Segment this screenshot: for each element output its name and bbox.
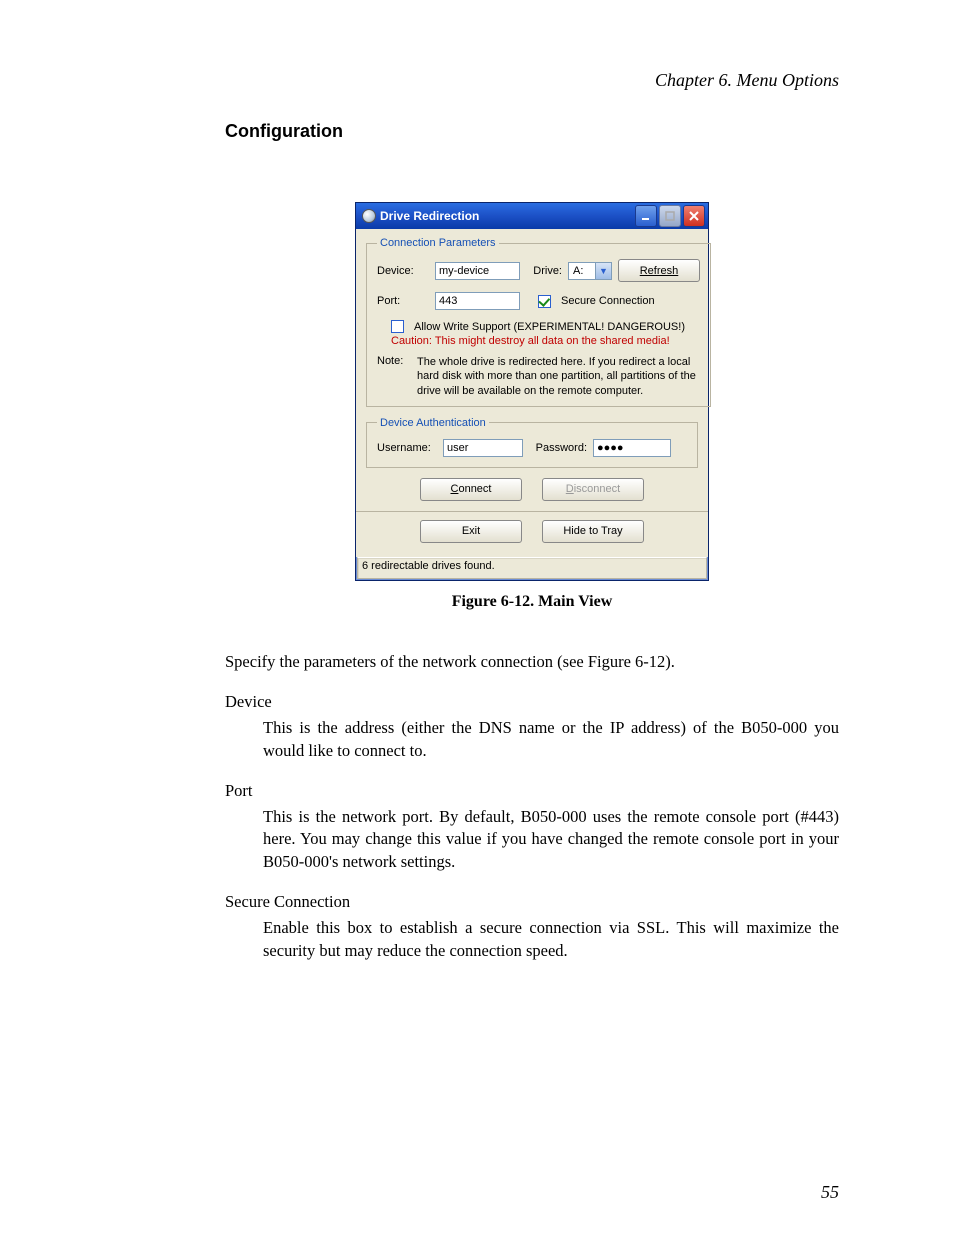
secure-definition: Enable this box to establish a secure co… <box>263 917 839 962</box>
username-label: Username: <box>377 442 437 454</box>
status-bar: 6 redirectable drives found. <box>357 557 707 579</box>
note-text: The whole drive is redirected here. If y… <box>417 355 700 398</box>
minimize-icon[interactable] <box>635 205 657 227</box>
connect-button[interactable]: Connect <box>420 478 522 501</box>
device-input[interactable] <box>435 262 520 280</box>
close-icon[interactable] <box>683 205 705 227</box>
port-label: Port: <box>377 295 429 307</box>
secure-connection-checkbox[interactable] <box>538 295 551 308</box>
refresh-button[interactable]: Refresh <box>618 259 700 282</box>
port-input[interactable] <box>435 292 520 310</box>
port-definition: This is the network port. By default, B0… <box>263 806 839 873</box>
page-number: 55 <box>225 1182 839 1203</box>
device-definition: This is the address (either the DNS name… <box>263 717 839 762</box>
secure-connection-label: Secure Connection <box>561 295 655 307</box>
device-label: Device: <box>377 265 429 277</box>
auth-legend: Device Authentication <box>377 417 489 429</box>
exit-button[interactable]: Exit <box>420 520 522 543</box>
allow-write-label: Allow Write Support (EXPERIMENTAL! DANGE… <box>414 321 685 333</box>
connection-legend: Connection Parameters <box>377 237 499 249</box>
hide-to-tray-button[interactable]: Hide to Tray <box>542 520 644 543</box>
password-input[interactable] <box>593 439 671 457</box>
drive-select[interactable]: A: ▼ <box>568 262 612 280</box>
drive-redirection-window: Drive Redirection Connection Param <box>355 202 709 581</box>
window-title: Drive Redirection <box>380 209 479 223</box>
maximize-icon[interactable] <box>659 205 681 227</box>
connection-parameters-group: Connection Parameters Device: Drive: A: … <box>366 237 711 407</box>
chapter-header: Chapter 6. Menu Options <box>225 70 839 91</box>
device-term: Device <box>225 691 839 713</box>
intro-paragraph: Specify the parameters of the network co… <box>225 651 839 673</box>
drive-label: Drive: <box>526 265 562 277</box>
chevron-down-icon: ▼ <box>595 263 611 279</box>
titlebar[interactable]: Drive Redirection <box>356 203 708 229</box>
figure-caption: Figure 6-12. Main View <box>452 593 613 611</box>
device-authentication-group: Device Authentication Username: Password… <box>366 417 698 468</box>
secure-term: Secure Connection <box>225 891 839 913</box>
drive-value: A: <box>569 265 595 277</box>
section-title: Configuration <box>225 121 839 142</box>
allow-write-checkbox[interactable] <box>391 320 404 333</box>
note-label: Note: <box>377 355 411 398</box>
password-label: Password: <box>529 442 587 454</box>
username-input[interactable] <box>443 439 523 457</box>
port-term: Port <box>225 780 839 802</box>
caution-text: Caution: This might destroy all data on … <box>391 335 700 347</box>
disconnect-button[interactable]: Disconnect <box>542 478 644 501</box>
app-icon <box>362 209 376 223</box>
